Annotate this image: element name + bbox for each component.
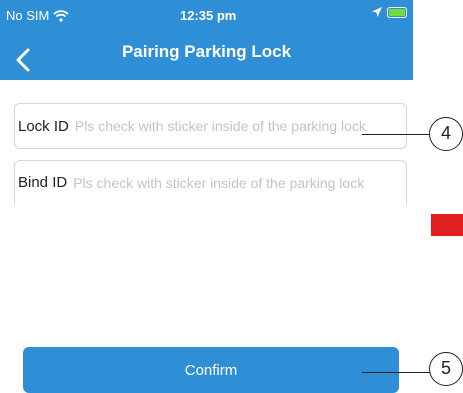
- callout-4-line: [362, 134, 431, 135]
- page-title: Pairing Parking Lock: [121, 42, 292, 61]
- callout-4-badge: 4: [429, 117, 463, 151]
- carrier-label: No SIM: [6, 8, 50, 23]
- bind-id-field[interactable]: Bind ID: [14, 160, 407, 204]
- status-time: 12:35 pm: [180, 8, 237, 23]
- lock-id-input[interactable]: [74, 118, 405, 134]
- lock-id-field[interactable]: Lock ID: [14, 103, 407, 149]
- location-arrow-icon: [372, 7, 382, 17]
- lock-id-label: Lock ID: [18, 117, 69, 135]
- battery-charging-icon: [387, 6, 407, 18]
- status-left: No SIM: [6, 8, 69, 23]
- status-bar: No SIM 12:35 pm: [0, 0, 413, 28]
- app-header: No SIM 12:35 pm Pairing Parking Lock: [0, 0, 413, 80]
- bind-id-label: Bind ID: [18, 174, 68, 191]
- status-right: [371, 6, 407, 18]
- confirm-button[interactable]: Confirm: [23, 347, 399, 393]
- callout-5-badge: 5: [429, 352, 463, 386]
- wifi-icon: [53, 9, 69, 22]
- callout-5-line: [362, 372, 431, 373]
- red-marker: [431, 214, 463, 236]
- bind-id-input[interactable]: [73, 174, 404, 191]
